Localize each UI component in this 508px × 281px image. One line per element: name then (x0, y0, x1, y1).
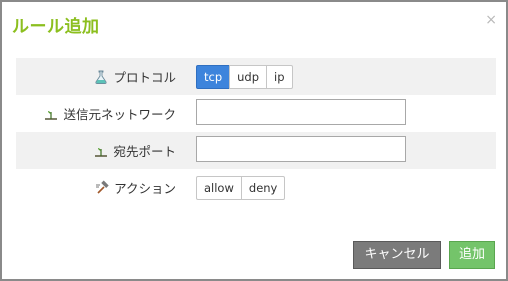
flask-icon (93, 69, 109, 85)
plant-icon (43, 106, 59, 122)
protocol-option-tcp[interactable]: tcp (196, 65, 231, 89)
action-row: アクション allow deny (16, 169, 496, 206)
dest-port-row: 宛先ポート (16, 132, 496, 169)
protocol-label-text: プロトコル (113, 70, 176, 85)
protocol-selector: tcp udp ip (196, 65, 293, 89)
action-option-allow[interactable]: allow (196, 176, 242, 200)
protocol-label: プロトコル (93, 58, 176, 95)
protocol-option-udp[interactable]: udp (229, 65, 268, 89)
source-network-row: 送信元ネットワーク (16, 95, 496, 132)
rule-form: プロトコル tcp udp ip 送信元ネットワーク 宛先ポート アクション a… (16, 58, 496, 206)
cancel-button[interactable]: キャンセル (353, 241, 441, 269)
dest-port-label: 宛先ポート (93, 132, 176, 169)
dest-port-label-text: 宛先ポート (113, 144, 176, 159)
source-network-label-text: 送信元ネットワーク (63, 107, 176, 122)
action-label-text: アクション (114, 181, 176, 196)
hammer-icon (94, 180, 110, 196)
source-network-label: 送信元ネットワーク (43, 95, 176, 132)
close-icon[interactable]: × (485, 13, 497, 27)
protocol-option-ip[interactable]: ip (266, 65, 293, 89)
protocol-row: プロトコル tcp udp ip (16, 58, 496, 95)
action-selector: allow deny (196, 176, 286, 200)
action-label: アクション (94, 169, 176, 206)
source-network-input[interactable] (196, 99, 406, 125)
dest-port-input[interactable] (196, 136, 406, 162)
plant-icon (93, 143, 109, 159)
dialog-title: ルール追加 (12, 17, 100, 37)
add-rule-dialog: ルール追加 × プロトコル tcp udp ip 送信元ネットワーク 宛先ポート… (0, 0, 508, 281)
action-option-deny[interactable]: deny (240, 176, 286, 200)
add-button[interactable]: 追加 (449, 241, 495, 269)
